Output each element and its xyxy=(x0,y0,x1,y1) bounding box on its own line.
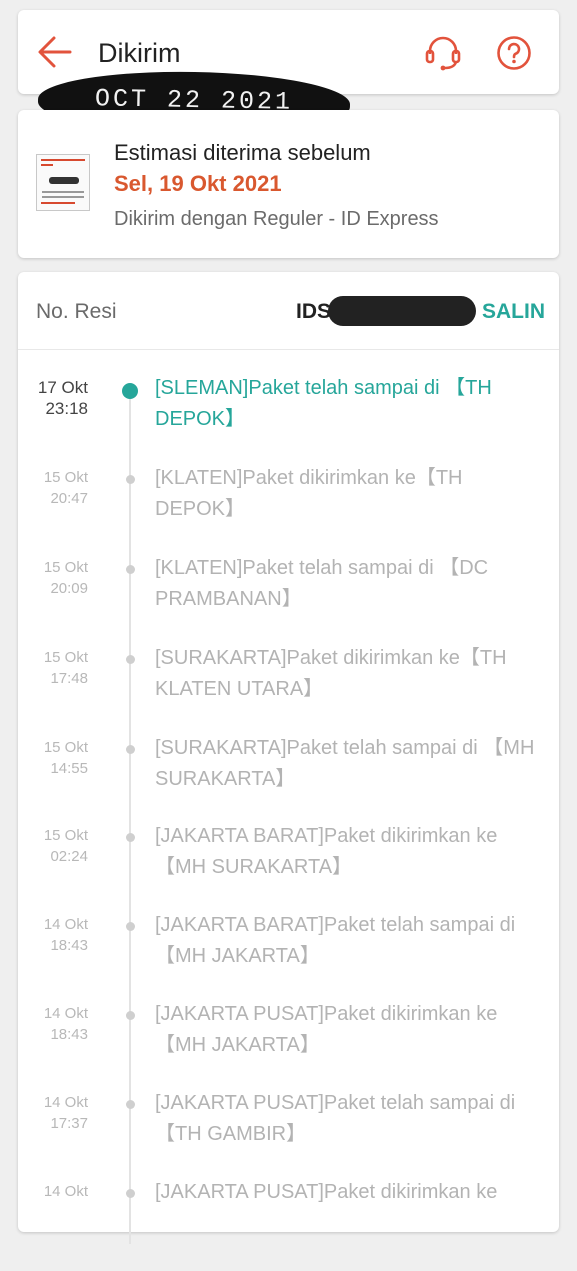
estimate-date: Sel, 19 Okt 2021 xyxy=(114,171,282,196)
timeline-dot xyxy=(126,1189,135,1198)
timeline-entry: 14 Okt 18:43 [JAKARTA BARAT]Paket telah s… xyxy=(18,914,559,1004)
customer-support-button[interactable] xyxy=(423,32,463,72)
entry-timestamp: 14 Okt 18:43 xyxy=(43,916,88,954)
timeline-dot xyxy=(126,1011,135,1020)
copy-tracking-number-button[interactable]: SALIN xyxy=(482,300,545,324)
entry-timestamp: 15 Okt 02:24 xyxy=(43,827,88,865)
timeline-entry: 14 Okt 17:37 [JAKARTA PUSAT]Paket telah s… xyxy=(18,1092,559,1182)
timeline-entry: 15 Okt 02:24 [JAKARTA BARAT]Paket dikirim… xyxy=(18,825,559,915)
entry-status-text: [SLEMAN]Paket telah sampai di 【TH DEPOK】 xyxy=(155,377,492,430)
entry-timestamp: 15 Okt 17:48 xyxy=(43,649,88,687)
entry-status-text: [JAKARTA PUSAT]Paket telah sampai di 【TH… xyxy=(155,1092,516,1145)
entry-timestamp: 14 Okt 18:43 xyxy=(43,1005,88,1043)
entry-status-text: [JAKARTA BARAT]Paket telah sampai di 【MH… xyxy=(155,914,516,967)
tracking-number-label: No. Resi xyxy=(36,300,117,323)
tracking-number-row: No. Resi IDS SALIN xyxy=(18,272,559,350)
entry-status-text: [JAKARTA PUSAT]Paket dikirimkan ke 【MH J… xyxy=(155,1003,498,1056)
back-button[interactable] xyxy=(36,34,74,70)
timeline-entry: 17 Okt 23:18 [SLEMAN]Paket telah sampai d… xyxy=(18,377,559,467)
product-thumbnail[interactable] xyxy=(36,154,90,211)
timeline-dot xyxy=(126,833,135,842)
estimate-title: Estimasi diterima sebelum xyxy=(114,140,371,165)
entry-status-text: [SURAKARTA]Paket telah sampai di 【MH SUR… xyxy=(155,737,535,790)
question-circle-icon xyxy=(497,36,531,70)
entry-timestamp: 15 Okt 20:09 xyxy=(43,559,88,597)
timeline-dot xyxy=(126,565,135,574)
page-title: Dikirim xyxy=(98,38,181,68)
tracking-number-prefix: IDS xyxy=(296,300,332,323)
help-button[interactable] xyxy=(496,35,532,71)
arrow-left-icon xyxy=(38,36,72,68)
timeline-dot xyxy=(126,655,135,664)
entry-status-text: [KLATEN]Paket dikirimkan ke【TH DEPOK】 xyxy=(155,467,463,520)
shipping-method: Dikirim dengan Reguler - ID Express xyxy=(114,208,439,230)
timeline-entry: 15 Okt 17:48 [SURAKARTA]Paket dikirimkan … xyxy=(18,647,559,737)
entry-timestamp: 17 Okt 23:18 xyxy=(37,378,88,418)
entry-status-text: [KLATEN]Paket telah sampai di 【DC PRAMBA… xyxy=(155,557,489,610)
timeline-entry: 14 Okt 18:43 [JAKARTA PUSAT]Paket dikirim… xyxy=(18,1003,559,1093)
entry-timestamp: 15 Okt 14:55 xyxy=(43,739,88,777)
timeline-entry: 15 Okt 20:09 [KLATEN]Paket telah sampai d… xyxy=(18,557,559,647)
timeline-dot xyxy=(126,745,135,754)
entry-status-text: [JAKARTA PUSAT]Paket dikirimkan ke xyxy=(155,1181,498,1203)
entry-timestamp: 15 Okt 20:47 xyxy=(43,469,88,507)
timeline-dot xyxy=(126,1100,135,1109)
headset-icon xyxy=(425,36,461,71)
entry-status-text: [SURAKARTA]Paket dikirimkan ke【TH KLATEN… xyxy=(155,647,507,700)
tracking-card: No. Resi IDS SALIN 17 Okt 23:18 [SLEMAN]P… xyxy=(18,272,559,1244)
entry-timestamp: 14 Okt 17:37 xyxy=(43,1094,88,1132)
timeline-entry: 15 Okt 20:47 [KLATEN]Paket dikirimkan ke【… xyxy=(18,467,559,557)
timeline-entry: 14 Okt [JAKARTA PUSAT]Paket dikirimkan k… xyxy=(18,1181,559,1271)
delivery-estimate-card: Estimasi diterima sebelum Sel, 19 Okt 20… xyxy=(18,110,559,258)
timeline-dot xyxy=(126,922,135,931)
entry-status-text: [JAKARTA BARAT]Paket dikirimkan ke 【MH S… xyxy=(155,825,498,878)
tracking-number-redaction xyxy=(328,296,476,326)
entry-timestamp: 14 Okt xyxy=(43,1183,88,1200)
timeline-dot-active xyxy=(122,383,138,399)
timeline-entry: 15 Okt 14:55 [SURAKARTA]Paket telah sampa… xyxy=(18,737,559,827)
timeline-dot xyxy=(126,475,135,484)
